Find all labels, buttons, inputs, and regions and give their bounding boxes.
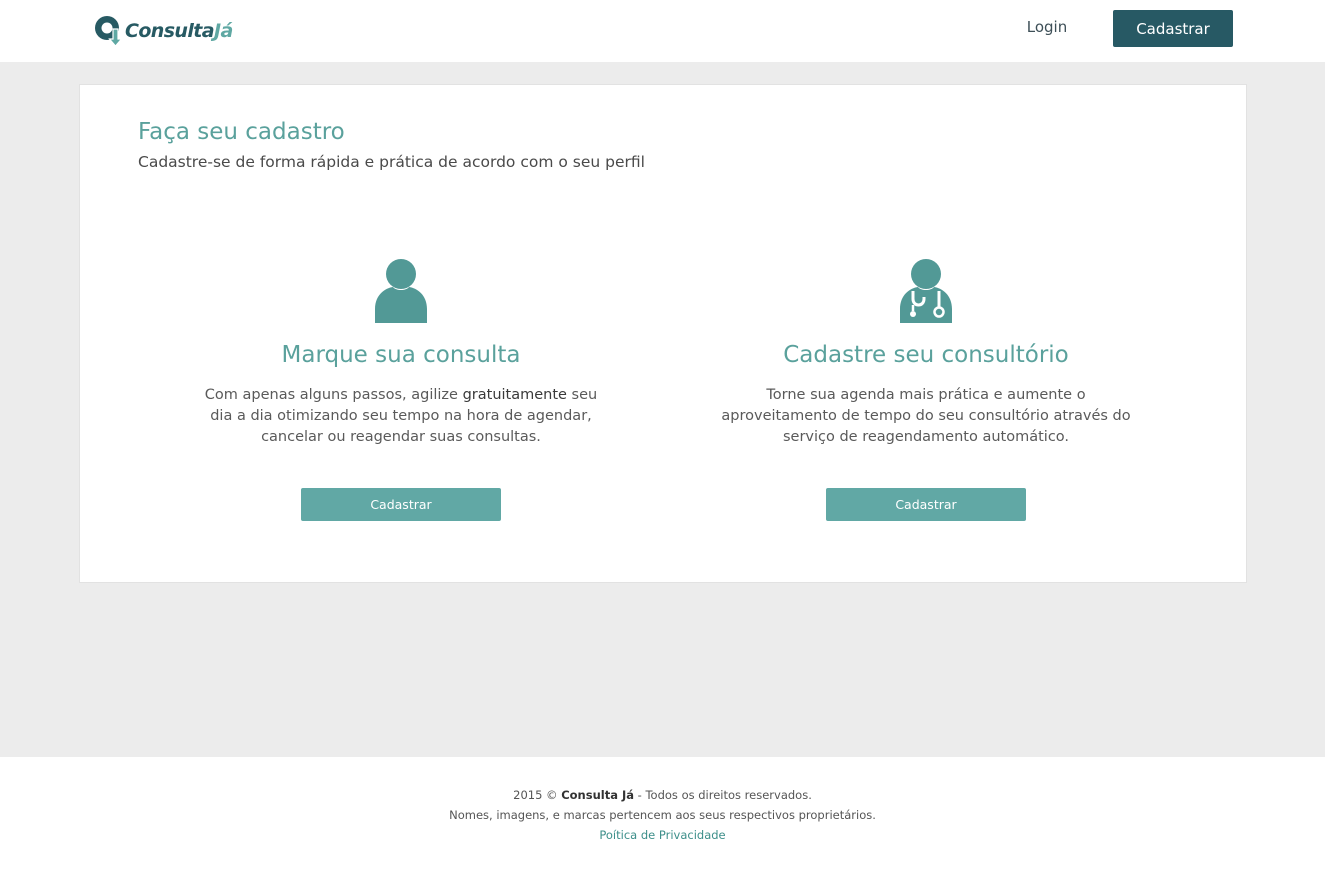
patient-description-start: Com apenas alguns passos, agilize — [204, 387, 463, 403]
patient-signup-button[interactable]: Cadastrar — [301, 488, 501, 521]
signup-card: Faça seu cadastro Cadastre-se de forma r… — [79, 84, 1247, 583]
page-footer: 2015 © Consulta Já - Todos os direitos r… — [0, 757, 1325, 877]
consultaja-logo[interactable]: ConsultaJá — [94, 13, 233, 47]
patient-signup-option: Marque sua consulta Com apenas alguns pa… — [181, 257, 621, 521]
clinic-signup-button[interactable]: Cadastrar — [826, 488, 1026, 521]
page-title: Faça seu cadastro — [138, 119, 345, 145]
user-icon — [375, 259, 427, 323]
clinic-option-title: Cadastre seu consultório — [783, 342, 1069, 368]
logo-wordmark-main: Consulta — [125, 19, 215, 42]
logo-wordmark-accent: Já — [213, 19, 233, 42]
footer-year: 2015 © — [513, 788, 562, 802]
header-signup-button[interactable]: Cadastrar — [1113, 10, 1233, 47]
patient-option-description: Com apenas alguns passos, agilize gratui… — [196, 385, 606, 448]
patient-description-highlight: gratuitamente — [462, 387, 567, 403]
top-navbar: ConsultaJá Login Cadastrar — [0, 0, 1325, 62]
logo-icon — [95, 16, 123, 47]
patient-option-title: Marque sua consulta — [281, 342, 521, 368]
clinic-signup-option: Cadastre seu consultório Torne sua agend… — [706, 257, 1146, 521]
clinic-option-description: Torne sua agenda mais prática e aumente … — [721, 387, 1131, 445]
footer-brand: Consulta Já — [561, 788, 635, 802]
footer-copyright: 2015 © Consulta Já - Todos os direitos r… — [0, 785, 1325, 805]
login-link[interactable]: Login — [1016, 18, 1078, 40]
doctor-icon — [900, 259, 952, 323]
page-subtitle: Cadastre-se de forma rápida e prática de… — [138, 153, 645, 171]
logo-wordmark: ConsultaJá — [125, 20, 233, 42]
footer-rights: - Todos os direitos reservados. — [634, 788, 812, 802]
footer-trademark-notice: Nomes, imagens, e marcas pertencem aos s… — [449, 808, 876, 822]
privacy-policy-link[interactable]: Poítica de Privacidade — [599, 828, 725, 842]
